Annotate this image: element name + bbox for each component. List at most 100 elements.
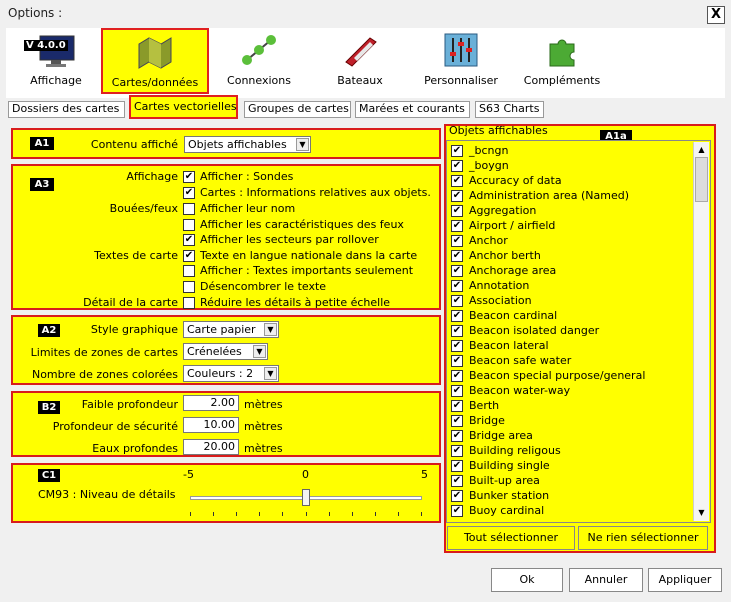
list-item[interactable]: ✔ Accuracy of data: [449, 174, 693, 189]
list-item[interactable]: ✔ Anchor berth: [449, 249, 693, 264]
item-checkbox[interactable]: ✔: [451, 205, 463, 217]
list-item[interactable]: ✔ _bcngn: [449, 144, 693, 159]
item-label: Bridge: [469, 414, 505, 427]
select-none-button[interactable]: Ne rien sélectionner: [578, 526, 708, 550]
list-item[interactable]: ✔ Built-up area: [449, 474, 693, 489]
chevron-down-icon: ▼: [264, 323, 277, 336]
zones-value: Couleurs : 2: [187, 367, 254, 380]
option-label: Afficher : Sondes: [200, 170, 294, 183]
list-item[interactable]: ✔ Beacon special purpose/general: [449, 369, 693, 384]
item-checkbox[interactable]: ✔: [451, 355, 463, 367]
list-item[interactable]: ✔ Beacon isolated danger: [449, 324, 693, 339]
limits-select[interactable]: Crénelées ▼: [183, 343, 268, 360]
list-item[interactable]: ✔ Bridge area: [449, 429, 693, 444]
option-checkbox[interactable]: ✔: [183, 234, 195, 246]
list-item[interactable]: ✔ Bunker station: [449, 489, 693, 504]
list-item[interactable]: ✔ Airport / airfield: [449, 219, 693, 234]
deep-input[interactable]: 20.00: [183, 439, 239, 455]
close-button[interactable]: X: [707, 6, 725, 24]
item-checkbox[interactable]: ✔: [451, 235, 463, 247]
list-item[interactable]: ✔ Anchorage area: [449, 264, 693, 279]
scroll-thumb[interactable]: [695, 157, 708, 202]
option-checkbox[interactable]: [183, 297, 195, 309]
toolbar-cartes[interactable]: Cartes/données: [101, 28, 209, 94]
list-item[interactable]: ✔ Administration area (Named): [449, 189, 693, 204]
option-checkbox[interactable]: ✔: [183, 250, 195, 262]
apply-button[interactable]: Appliquer: [648, 568, 722, 592]
item-checkbox[interactable]: ✔: [451, 250, 463, 262]
option-checkbox[interactable]: [183, 203, 195, 215]
item-label: Bridge area: [469, 429, 533, 442]
contenu-select[interactable]: Objets affichables ▼: [184, 136, 311, 153]
item-checkbox[interactable]: ✔: [451, 385, 463, 397]
item-checkbox[interactable]: ✔: [451, 265, 463, 277]
toolbar-bateaux[interactable]: Bateaux: [320, 28, 400, 94]
list-item[interactable]: ✔ Berth: [449, 399, 693, 414]
item-checkbox[interactable]: ✔: [451, 475, 463, 487]
item-checkbox[interactable]: ✔: [451, 460, 463, 472]
item-checkbox[interactable]: ✔: [451, 430, 463, 442]
option-checkbox[interactable]: ✔: [183, 171, 195, 183]
shallow-input[interactable]: 2.00: [183, 395, 239, 411]
tab-cartes-vectorielles[interactable]: Cartes vectorielles: [129, 95, 238, 119]
zones-select[interactable]: Couleurs : 2 ▼: [183, 365, 279, 382]
style-select[interactable]: Carte papier ▼: [183, 321, 279, 338]
toolbar-complements[interactable]: Compléments: [518, 28, 606, 94]
item-checkbox[interactable]: ✔: [451, 490, 463, 502]
list-item[interactable]: ✔ Beacon safe water: [449, 354, 693, 369]
item-label: Beacon cardinal: [469, 309, 558, 322]
slider-thumb[interactable]: [301, 489, 310, 506]
slider-tick: [282, 512, 284, 516]
scroll-down-icon[interactable]: ▼: [695, 506, 708, 519]
item-checkbox[interactable]: ✔: [451, 190, 463, 202]
item-checkbox[interactable]: ✔: [451, 220, 463, 232]
scrollbar[interactable]: ▲ ▼: [693, 142, 709, 521]
item-checkbox[interactable]: ✔: [451, 400, 463, 412]
slider-tick: [236, 512, 238, 516]
item-checkbox[interactable]: ✔: [451, 310, 463, 322]
item-checkbox[interactable]: ✔: [451, 295, 463, 307]
tab-groupes[interactable]: Groupes de cartes: [244, 101, 351, 118]
item-checkbox[interactable]: ✔: [451, 280, 463, 292]
option-checkbox[interactable]: [183, 219, 195, 231]
limits-value: Crénelées: [187, 345, 242, 358]
select-all-button[interactable]: Tout sélectionner: [447, 526, 575, 550]
toolbar-affichage[interactable]: V 4.0.0 Affichage: [18, 28, 94, 94]
item-checkbox[interactable]: ✔: [451, 160, 463, 172]
list-item[interactable]: ✔ Aggregation: [449, 204, 693, 219]
list-item[interactable]: ✔ Building religous: [449, 444, 693, 459]
toolbar-connexions[interactable]: Connexions: [218, 28, 300, 94]
option-checkbox[interactable]: ✔: [183, 187, 195, 199]
list-item[interactable]: ✔ Association: [449, 294, 693, 309]
item-checkbox[interactable]: ✔: [451, 370, 463, 382]
style-label: Style graphique: [90, 323, 178, 336]
item-checkbox[interactable]: ✔: [451, 340, 463, 352]
tab-s63[interactable]: S63 Charts: [475, 101, 544, 118]
list-item[interactable]: ✔ Annotation: [449, 279, 693, 294]
tab-marees[interactable]: Marées et courants: [355, 101, 470, 118]
list-item[interactable]: ✔ _boygn: [449, 159, 693, 174]
safety-input[interactable]: 10.00: [183, 417, 239, 433]
list-item[interactable]: ✔ Beacon lateral: [449, 339, 693, 354]
item-checkbox[interactable]: ✔: [451, 445, 463, 457]
item-checkbox[interactable]: ✔: [451, 325, 463, 337]
list-item[interactable]: ✔ Beacon water-way: [449, 384, 693, 399]
option-checkbox[interactable]: [183, 281, 195, 293]
list-item[interactable]: ✔ Beacon cardinal: [449, 309, 693, 324]
item-checkbox[interactable]: ✔: [451, 505, 463, 517]
list-item[interactable]: ✔ Anchor: [449, 234, 693, 249]
list-item[interactable]: ✔ Building single: [449, 459, 693, 474]
item-checkbox[interactable]: ✔: [451, 175, 463, 187]
list-item[interactable]: ✔ Bridge: [449, 414, 693, 429]
toolbar-personnaliser[interactable]: Personnaliser: [414, 28, 508, 94]
item-checkbox[interactable]: ✔: [451, 145, 463, 157]
tab-dossiers[interactable]: Dossiers des cartes: [8, 101, 125, 118]
item-checkbox[interactable]: ✔: [451, 415, 463, 427]
scroll-up-icon[interactable]: ▲: [695, 143, 708, 156]
badge-a3: A3: [30, 178, 54, 191]
list-item[interactable]: ✔ Buoy cardinal: [449, 504, 693, 519]
option-checkbox[interactable]: [183, 265, 195, 277]
item-label: Building single: [469, 459, 550, 472]
ok-button[interactable]: Ok: [491, 568, 563, 592]
cancel-button[interactable]: Annuler: [569, 568, 643, 592]
